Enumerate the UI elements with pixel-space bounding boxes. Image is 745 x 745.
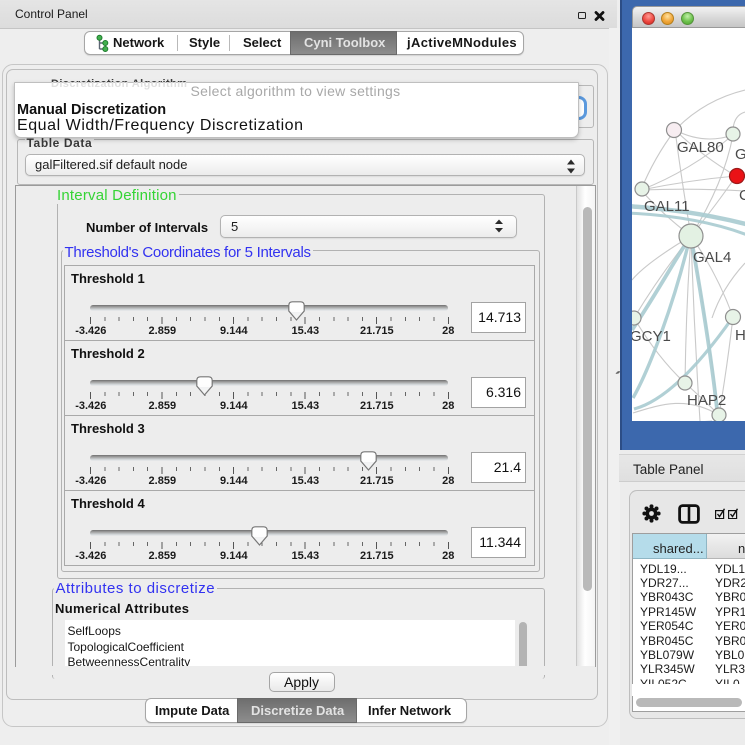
svg-text:C: C — [739, 187, 745, 204]
svg-text:GCY1: GCY1 — [632, 328, 671, 345]
svg-text:H: H — [735, 327, 745, 344]
svg-text:GA: GA — [735, 146, 745, 163]
svg-text:GAL11: GAL11 — [644, 198, 690, 215]
svg-text:GAL4: GAL4 — [693, 249, 731, 266]
svg-text:GAL80: GAL80 — [677, 139, 724, 156]
svg-text:HAP2: HAP2 — [687, 392, 726, 409]
